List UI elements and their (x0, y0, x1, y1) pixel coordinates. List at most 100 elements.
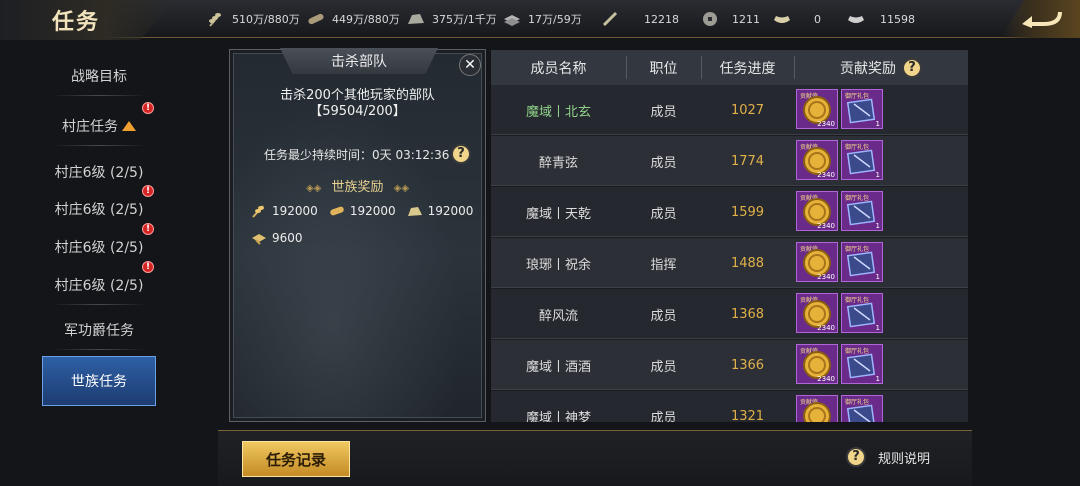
reward-value: 192000 (427, 204, 474, 218)
table-row[interactable]: 醉风流 成员 1368 贡献值 2340 御厅礼包 1 (491, 289, 968, 339)
contribution-medal-item[interactable]: 贡献值2340 (796, 293, 838, 333)
member-progress: 1027 (730, 102, 765, 118)
col-header-role: 职位 (649, 60, 678, 77)
sidebar-item-label: 村庄6级 (2/5) (54, 202, 144, 218)
member-name: 醉风流 (538, 308, 578, 324)
item-count: 1 (875, 324, 880, 332)
member-table: 成员名称 职位 任务进度 贡献奖励 ? 魔域丨北玄 成员 1027 贡献值 2340 御厅… (491, 50, 968, 422)
task-record-button[interactable]: 任务记录 (242, 441, 350, 477)
item-count: 1 (875, 222, 880, 230)
gift-pack-item[interactable]: 御厅礼包1 (841, 344, 883, 384)
sidebar-item-label: 村庄任务 (62, 119, 118, 135)
table-row[interactable]: 魔域丨天乾 成员 1599 贡献值 2340 御厅礼包 1 (491, 187, 968, 237)
task-card: 击杀部队 ✕ 击杀200个其他玩家的部队 【59504/200】 任务最少持续时… (229, 48, 486, 422)
rules-label: 规则说明 (878, 451, 931, 467)
item-count: 2340 (817, 375, 835, 383)
reward-value: 192000 (272, 204, 318, 218)
item-count: 2340 (817, 273, 835, 281)
col-header-progress: 任务进度 (719, 60, 776, 77)
gold-medal-icon (803, 402, 831, 422)
item-count: 2340 (817, 222, 835, 230)
member-name: 醉青弦 (538, 155, 578, 171)
reward-row: 192000 192000 192000 (250, 204, 473, 218)
sidebar-item-label: 军功爵任务 (64, 323, 134, 339)
sidebar-item-village-lv6-a[interactable]: 村庄6级 (2/5) (42, 152, 156, 192)
member-role: 成员 (650, 410, 677, 423)
sidebar-item-label: 村庄6级 (2/5) (54, 165, 144, 181)
copper-coin-icon (703, 12, 717, 26)
sidebar-item-military-rank[interactable]: 军功爵任务 (42, 310, 156, 350)
contribution-medal-item[interactable]: 贡献值2340 (796, 242, 838, 282)
gift-pack-item[interactable]: 御厅礼包1 (841, 293, 883, 333)
reward-value: 192000 (349, 204, 396, 218)
member-name: 琅琊丨祝余 (525, 257, 591, 273)
resource-value: 11598 (880, 12, 915, 26)
sidebar-item-village-tasks[interactable]: 村庄任务 ! (42, 102, 156, 146)
back-button[interactable] (1000, 0, 1080, 38)
return-arrow-icon (1022, 11, 1062, 28)
table-row[interactable]: 醉青弦 成员 1774 贡献值 2340 御厅礼包 1 (491, 136, 968, 186)
member-role: 成员 (650, 308, 677, 324)
help-icon: ? (451, 144, 471, 164)
sidebar-item-strategic-goal[interactable]: 战略目标 (42, 56, 156, 96)
close-button[interactable]: ✕ (459, 54, 481, 76)
gift-pack-item[interactable]: 御厅礼包1 (841, 140, 883, 180)
member-role: 成员 (650, 104, 677, 120)
table-row[interactable]: 琅琊丨祝余 指挥 1488 贡献值 2340 御厅礼包 1 (491, 238, 968, 288)
member-name: 魔域丨酒酒 (525, 359, 591, 375)
wood-icon (308, 13, 324, 25)
item-count: 2340 (817, 324, 835, 332)
col-header-reward-text: 贡献奖励 (840, 60, 896, 77)
task-help-button[interactable]: ? (451, 142, 471, 164)
contribution-medal-item[interactable]: 贡献值2340 (796, 89, 838, 129)
resource-value: 17万/59万 (528, 13, 582, 26)
member-role: 成员 (650, 359, 677, 375)
sidebar-item-clan-tasks[interactable]: 世族任务 (42, 356, 156, 406)
gift-pack-item[interactable]: 御厅礼包1 (841, 242, 883, 282)
member-name: 魔域丨北玄 (525, 104, 591, 120)
sidebar-item-village-lv6-b[interactable]: 村庄6级 (2/5) ! (42, 185, 156, 229)
ornament-icon: ◈◈ (393, 183, 410, 194)
contribution-medal-item[interactable]: 贡献值2340 (796, 140, 838, 180)
help-icon[interactable]: ? (902, 57, 922, 78)
sidebar-item-label: 村庄6级 (2/5) (54, 240, 144, 256)
resource-iron: 17万/59万 (502, 10, 582, 28)
table-row[interactable]: 魔域丨酒酒 成员 1366 贡献值 2340 御厅礼包 1 (491, 340, 968, 390)
reward-title-text: 世族奖励 (331, 180, 384, 195)
resource-value: 375万/1千万 (432, 13, 497, 26)
iron-icon (252, 234, 266, 245)
ornament-icon: ◈◈ (305, 183, 322, 194)
stone-icon (407, 207, 422, 216)
gift-pack-item[interactable]: 御厅礼包1 (841, 89, 883, 129)
stone-icon (408, 14, 424, 24)
page-title: 任务 (52, 9, 101, 35)
col-header-name: 成员名称 (530, 60, 587, 77)
close-icon: ✕ (464, 57, 476, 73)
sidebar-item-village-lv6-d[interactable]: 村庄6级 (2/5) ! (42, 261, 156, 305)
contribution-medal-item[interactable]: 贡献值2340 (796, 344, 838, 384)
resource-value: 12218 (644, 12, 679, 26)
resource-wood: 449万/880万 (306, 10, 400, 28)
resource-silver: 11598 (846, 10, 915, 28)
warning-badge: ! (142, 223, 154, 235)
member-progress: 1599 (730, 204, 765, 220)
warning-badge: ! (142, 185, 154, 197)
contribution-medal-item[interactable]: 贡献值2340 (796, 395, 838, 422)
rules-button[interactable]: ? 规则说明 (846, 447, 930, 467)
item-count: 2340 (817, 120, 835, 128)
resource-wheat: 510万/880万 (206, 10, 300, 28)
sidebar-item-label: 世族任务 (71, 374, 127, 390)
resource-value: 510万/880万 (232, 13, 300, 26)
sidebar-item-village-lv6-c[interactable]: 村庄6级 (2/5) ! (42, 223, 156, 267)
table-row[interactable]: 魔域丨北玄 成员 1027 贡献值 2340 御厅礼包 1 (491, 85, 968, 135)
table-row[interactable]: 魔域丨神梦 成员 1321 贡献值2340御厅礼包1 (491, 391, 968, 422)
gift-pack-item[interactable]: 御厅礼包1 (841, 395, 883, 422)
task-duration: 任务最少持续时间：0天 03:12:36 (264, 148, 450, 162)
wheat-icon (209, 13, 221, 27)
contribution-medal-item[interactable]: 贡献值2340 (796, 191, 838, 231)
member-progress: 1366 (730, 357, 765, 373)
gift-pack-item[interactable]: 御厅礼包1 (841, 191, 883, 231)
member-name: 魔域丨天乾 (525, 206, 591, 222)
resource-gold: 0 (772, 10, 821, 28)
warning-badge: ! (142, 102, 154, 114)
